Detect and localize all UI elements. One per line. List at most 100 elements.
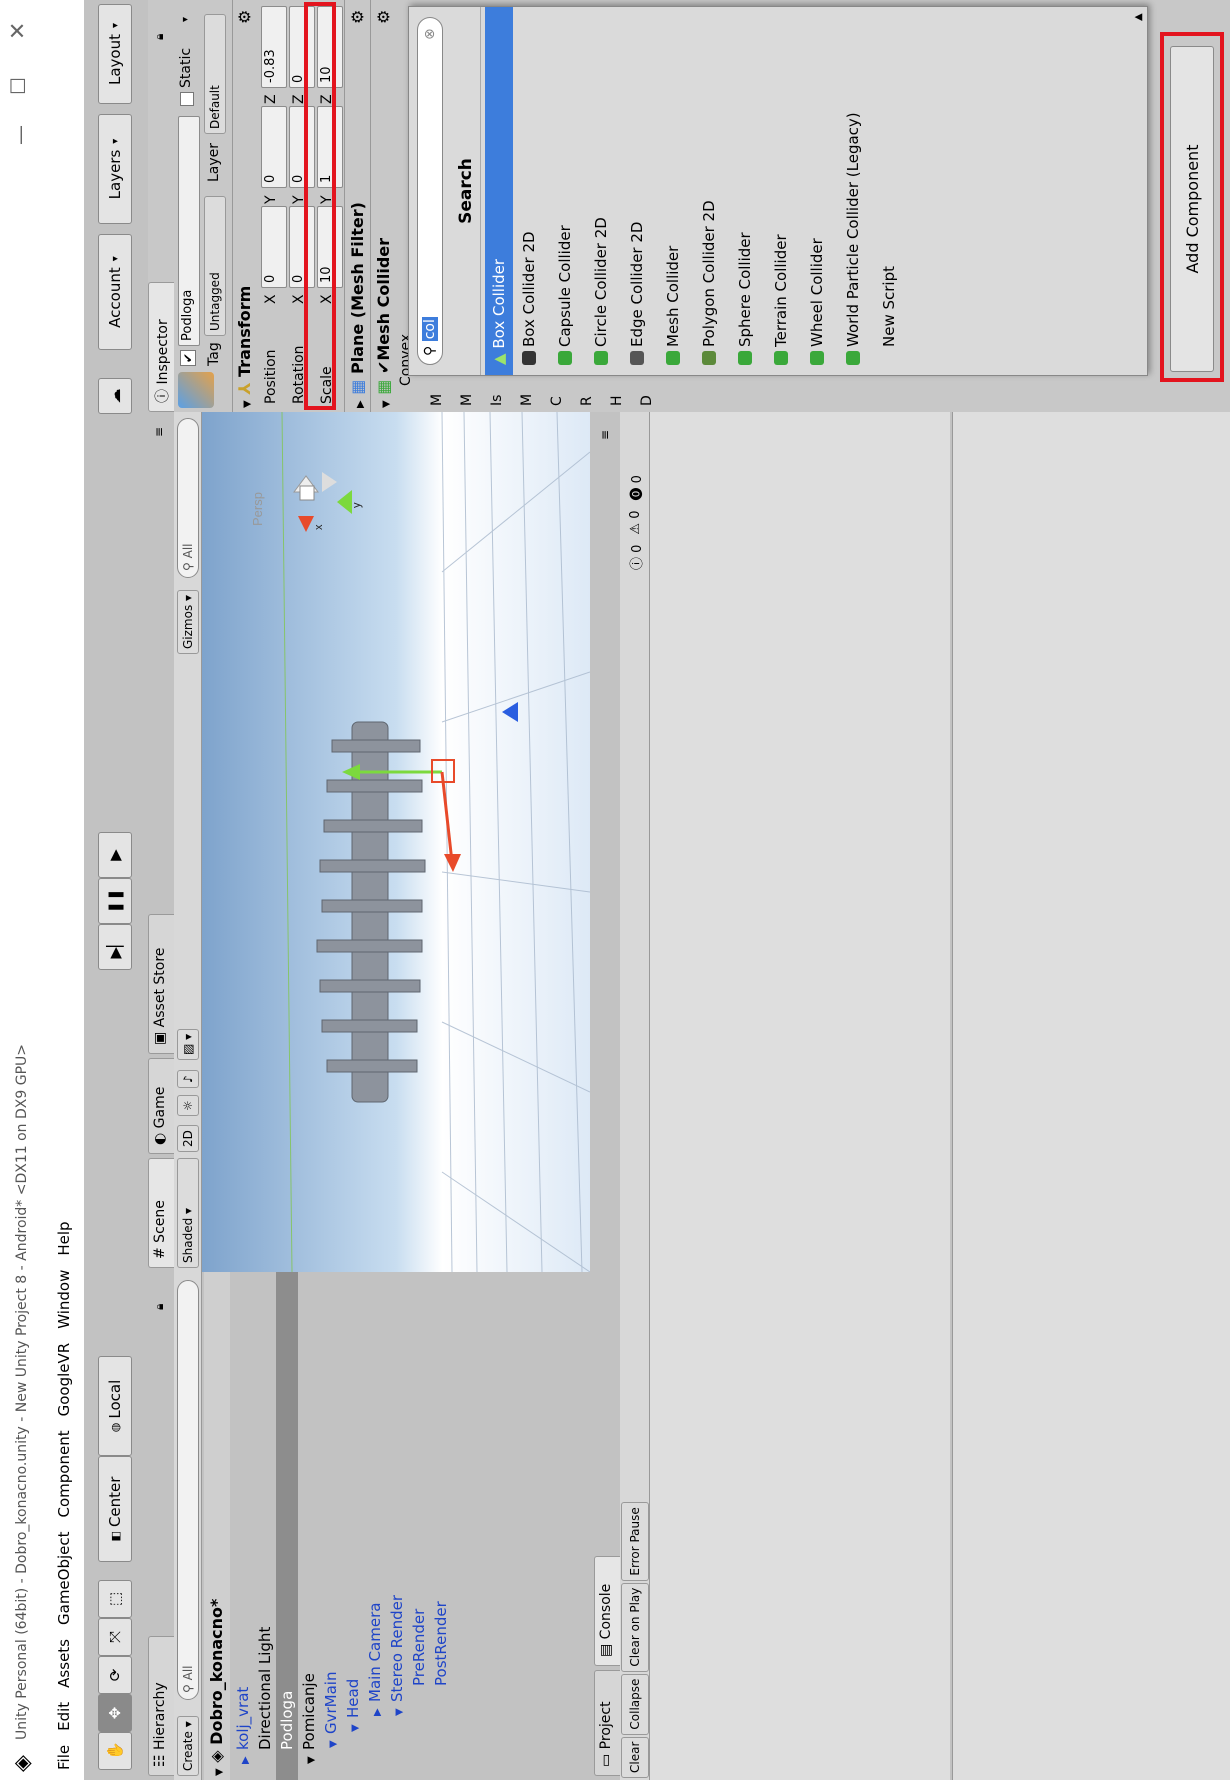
lighting-toggle[interactable]: ☼ — [177, 1095, 199, 1116]
axis-label-y[interactable]: Y — [263, 195, 279, 204]
info-count[interactable]: ⓘ 0 — [626, 545, 645, 570]
layer-dropdown[interactable]: Default — [204, 14, 226, 134]
menu-googlevr[interactable]: GoogleVR — [55, 1343, 73, 1417]
tab-hierarchy[interactable]: ☷ Hierarchy — [148, 1636, 174, 1776]
popup-item-box-collider-2d[interactable]: Box Collider 2D — [517, 231, 541, 365]
2d-toggle[interactable]: 2D — [177, 1125, 199, 1152]
axis-label-x[interactable]: X — [291, 294, 307, 304]
effects-dropdown[interactable]: ▨ ▾ — [177, 1028, 199, 1060]
tab-project[interactable]: ▭ Project — [594, 1670, 620, 1776]
tab-scene[interactable]: # Scene — [148, 1158, 174, 1268]
tab-asset-store[interactable]: ▣ Asset Store — [148, 914, 174, 1054]
close-button[interactable]: ✕ — [6, 22, 31, 40]
popup-item-selected[interactable]: ▲ Box Collider — [485, 7, 513, 375]
hierarchy-item[interactable]: PreRender — [408, 1272, 430, 1780]
create-dropdown[interactable]: Create ▾ — [177, 1716, 199, 1776]
lock-icon[interactable]: 🔒︎ — [152, 1304, 167, 1310]
tab-inspector[interactable]: ⓘ Inspector — [148, 282, 174, 412]
tag-dropdown[interactable]: Untagged — [204, 196, 226, 336]
transform-header[interactable]: ▼ ⅄ Transform ⚙ — [232, 0, 256, 412]
layers-dropdown[interactable]: Layers ▾ — [98, 114, 132, 224]
mesh-collider-header[interactable]: ▼ ▦ ✔Mesh Collider ⚙ — [370, 0, 396, 412]
hierarchy-search-input[interactable]: ⚲ All — [177, 1280, 199, 1700]
menu-file[interactable]: File — [55, 1745, 73, 1770]
rotate-tool-button[interactable]: ⟳ — [98, 1656, 132, 1694]
hierarchy-item[interactable]: ▼Head — [342, 1272, 364, 1780]
hand-tool-button[interactable]: ✋ — [98, 1732, 132, 1770]
account-dropdown[interactable]: Account ▾ — [98, 234, 132, 350]
transform-rotation-x-input[interactable]: 0 — [289, 206, 315, 288]
scene-search-input[interactable]: ⚲ All — [177, 418, 199, 578]
popup-item-mesh-collider[interactable]: Mesh Collider — [661, 246, 685, 365]
menu-window[interactable]: Window — [55, 1270, 73, 1329]
mesh-filter-header[interactable]: ▶ ▦ Plane (Mesh Filter) ⚙ — [344, 0, 370, 412]
console-clear-on-play-button[interactable]: Clear on Play — [620, 1582, 649, 1672]
layout-dropdown[interactable]: Layout ▾ — [98, 4, 132, 104]
settings-gear-icon[interactable]: ⚙ — [371, 10, 397, 24]
space-local-button[interactable]: ◍ Local — [98, 1356, 132, 1456]
step-button[interactable]: ▶▏ — [98, 924, 132, 970]
console-error-pause-button[interactable]: Error Pause — [620, 1502, 649, 1581]
tab-console[interactable]: ▤ Console — [594, 1556, 620, 1666]
panel-menu-icon[interactable]: ≡ — [152, 427, 166, 437]
hierarchy-item[interactable]: ▼Stereo Render — [386, 1272, 408, 1780]
axis-label-y[interactable]: Y — [319, 195, 335, 204]
pause-button[interactable]: ❚❚ — [98, 878, 132, 924]
pivot-center-button[interactable]: ◧ Center — [98, 1456, 132, 1562]
scene-viewport[interactable]: y x Persp — [202, 412, 590, 1272]
hierarchy-item[interactable]: Directional Light — [254, 1272, 276, 1780]
popup-item-edge-collider-2d[interactable]: Edge Collider 2D — [625, 222, 649, 365]
rect-tool-button[interactable]: ⬚ — [98, 1580, 132, 1618]
menu-component[interactable]: Component — [55, 1430, 73, 1517]
settings-gear-icon[interactable]: ⚙ — [233, 10, 257, 24]
play-button[interactable]: ▶ — [98, 832, 132, 878]
console-log-area[interactable] — [650, 412, 950, 1780]
expand-arrow-icon[interactable]: ▼ — [214, 1768, 225, 1776]
hierarchy-item[interactable]: ▼Pomicanje — [298, 1272, 320, 1780]
lock-icon[interactable]: 🔒︎ — [152, 34, 167, 40]
scroll-up-arrow-icon[interactable]: ▲ — [1133, 13, 1144, 21]
popup-item-world-particle-collider-legacy[interactable]: World Particle Collider (Legacy) — [841, 112, 865, 365]
expand-arrow-icon[interactable]: ▼ — [345, 1718, 367, 1732]
warning-count[interactable]: ⚠ 0 — [628, 510, 643, 534]
transform-position-x-input[interactable]: 0 — [261, 206, 287, 288]
menu-help[interactable]: Help — [55, 1221, 73, 1255]
expand-arrow-icon[interactable]: ▼ — [301, 1750, 323, 1764]
hierarchy-item[interactable]: PostRender — [430, 1272, 452, 1780]
hierarchy-item[interactable]: Podloga — [276, 1272, 298, 1780]
collab-cloud-button[interactable]: ☁ — [98, 378, 132, 414]
axis-label-z[interactable]: Z — [263, 94, 279, 104]
menu-edit[interactable]: Edit — [55, 1702, 73, 1731]
settings-gear-icon[interactable]: ⚙ — [345, 10, 371, 24]
axis-label-z[interactable]: Z — [291, 94, 307, 104]
enabled-checkbox[interactable]: ✔ — [374, 361, 393, 374]
panel-menu-icon[interactable]: ≡ — [598, 430, 612, 440]
transform-scale-y-input[interactable]: 1 — [317, 106, 343, 188]
expand-arrow-icon[interactable]: ▼ — [323, 1734, 345, 1748]
hierarchy-item[interactable]: ▶Main Camera — [364, 1272, 386, 1780]
popup-item-wheel-collider[interactable]: Wheel Collider — [805, 238, 829, 365]
transform-rotation-y-input[interactable]: 0 — [289, 106, 315, 188]
hierarchy-item[interactable]: ▶kolj_vrat — [232, 1272, 254, 1780]
static-dropdown-arrow-icon[interactable]: ▾ — [180, 17, 191, 22]
transform-rotation-z-input[interactable]: 0 — [289, 6, 315, 88]
minimize-button[interactable]: — — [8, 125, 32, 145]
popup-search-input[interactable]: ⚲ col ⊗ — [417, 17, 443, 365]
popup-item-circle-collider-2d[interactable]: Circle Collider 2D — [589, 217, 613, 365]
transform-scale-x-input[interactable]: 10 — [317, 206, 343, 288]
menu-assets[interactable]: Assets — [55, 1639, 73, 1688]
gizmos-dropdown[interactable]: Gizmos ▾ — [177, 589, 199, 654]
static-checkbox[interactable] — [180, 92, 194, 106]
audio-toggle[interactable]: ♪ — [177, 1070, 199, 1088]
console-collapse-button[interactable]: Collapse — [620, 1673, 649, 1735]
popup-item-new-script[interactable]: New Script — [877, 266, 901, 365]
tab-game[interactable]: ◐ Game — [148, 1058, 174, 1154]
maximize-button[interactable]: ☐ — [6, 77, 30, 95]
popup-item-terrain-collider[interactable]: Terrain Collider — [769, 234, 793, 365]
menu-gameobject[interactable]: GameObject — [55, 1531, 73, 1625]
popup-item-capsule-collider[interactable]: Capsule Collider — [553, 225, 577, 365]
axis-label-x[interactable]: X — [319, 294, 335, 304]
scene-root-row[interactable]: ▼ ◈ Dobro_konacno* — [204, 1272, 230, 1780]
object-name-input[interactable]: Podloga — [178, 116, 200, 346]
shading-mode-dropdown[interactable]: Shaded ▾ — [177, 1158, 199, 1268]
